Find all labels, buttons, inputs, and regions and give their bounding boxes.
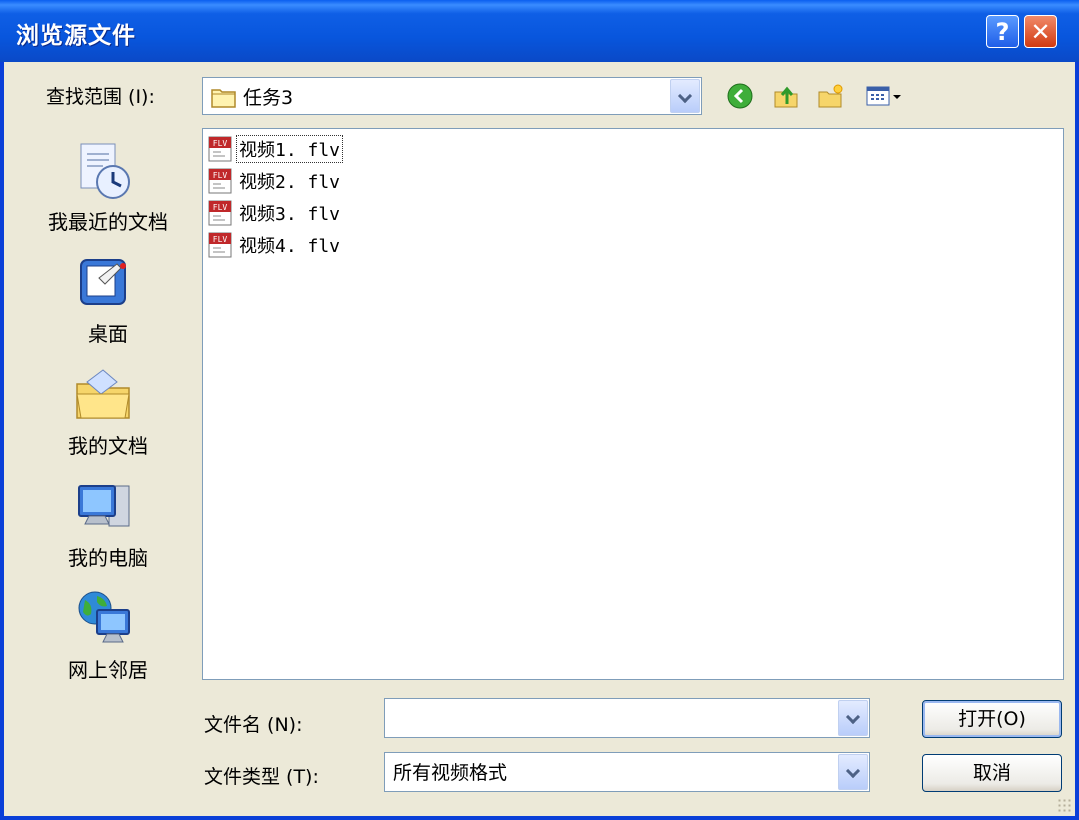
place-network-places[interactable]: 网上邻居: [23, 578, 193, 682]
file-name: 视频4. flv: [239, 236, 341, 257]
place-label: 我最近的文档: [48, 210, 168, 234]
file-name-label: 文件名 (N):: [204, 714, 303, 736]
file-list[interactable]: FLV 视频1. flv FLV 视频2. flv FLV 视频3. flv F…: [202, 128, 1064, 680]
desktop-icon: [80, 259, 126, 305]
look-in-label: 查找范围 (I):: [46, 86, 155, 108]
up-folder-icon[interactable]: [772, 82, 800, 110]
svg-text:FLV: FLV: [213, 235, 228, 244]
file-name: 视频1. flv: [235, 135, 344, 163]
file-type-dropdown[interactable]: 所有视频格式: [384, 752, 870, 792]
file-item[interactable]: FLV 视频1. flv: [207, 133, 344, 165]
help-button[interactable]: ?: [986, 15, 1019, 48]
window-title: 浏览源文件: [16, 23, 136, 49]
chevron-down-icon[interactable]: [670, 79, 700, 113]
flv-file-icon: FLV: [208, 200, 232, 226]
place-my-documents[interactable]: 我的文档: [23, 354, 193, 458]
file-type-value: 所有视频格式: [393, 762, 508, 784]
svg-text:FLV: FLV: [213, 171, 228, 180]
close-button[interactable]: ✕: [1024, 15, 1057, 48]
file-item[interactable]: FLV 视频3. flv: [207, 197, 342, 229]
chevron-down-icon[interactable]: [838, 700, 868, 736]
place-label: 我的文档: [68, 434, 148, 458]
svg-text:FLV: FLV: [213, 203, 228, 212]
flv-file-icon: FLV: [208, 136, 232, 162]
svg-text:FLV: FLV: [213, 139, 228, 148]
resize-grip[interactable]: [1057, 798, 1071, 812]
network-places-icon: [78, 591, 130, 643]
cancel-button[interactable]: 取消: [922, 754, 1062, 792]
my-documents-icon: [76, 369, 130, 419]
place-desktop[interactable]: 桌面: [23, 242, 193, 346]
place-my-computer[interactable]: 我的电脑: [23, 466, 193, 570]
file-type-label: 文件类型 (T):: [204, 766, 319, 788]
flv-file-icon: FLV: [208, 232, 232, 258]
place-label: 桌面: [88, 322, 128, 346]
place-label: 我的电脑: [68, 546, 148, 570]
places-bar: 我最近的文档 桌面 我的文档 我的电脑 网上邻居: [23, 130, 193, 682]
title-bar[interactable]: 浏览源文件 ? ✕: [0, 0, 1079, 62]
file-name: 视频3. flv: [239, 204, 341, 225]
recent-documents-icon: [80, 143, 130, 199]
view-menu-icon[interactable]: [864, 82, 904, 110]
file-item[interactable]: FLV 视频2. flv: [207, 165, 342, 197]
new-folder-icon[interactable]: [816, 82, 844, 110]
flv-file-icon: FLV: [208, 168, 232, 194]
chevron-down-icon[interactable]: [838, 754, 868, 790]
file-name-field[interactable]: [384, 698, 870, 738]
open-button[interactable]: 打开(O): [922, 700, 1062, 738]
file-item[interactable]: FLV 视频4. flv: [207, 229, 342, 261]
my-computer-icon: [78, 485, 130, 527]
folder-icon: [211, 89, 236, 108]
look-in-dropdown[interactable]: 任务3: [202, 77, 702, 115]
look-in-value: 任务3: [243, 87, 294, 109]
back-icon[interactable]: [726, 82, 754, 110]
place-recent-documents[interactable]: 我最近的文档: [23, 130, 193, 235]
place-label: 网上邻居: [68, 658, 148, 682]
browse-source-file-dialog: 浏览源文件 ? ✕ 查找范围 (I): 任务3 我最近的文档 桌面 我的文档 我…: [0, 0, 1079, 820]
file-name: 视频2. flv: [239, 172, 341, 193]
